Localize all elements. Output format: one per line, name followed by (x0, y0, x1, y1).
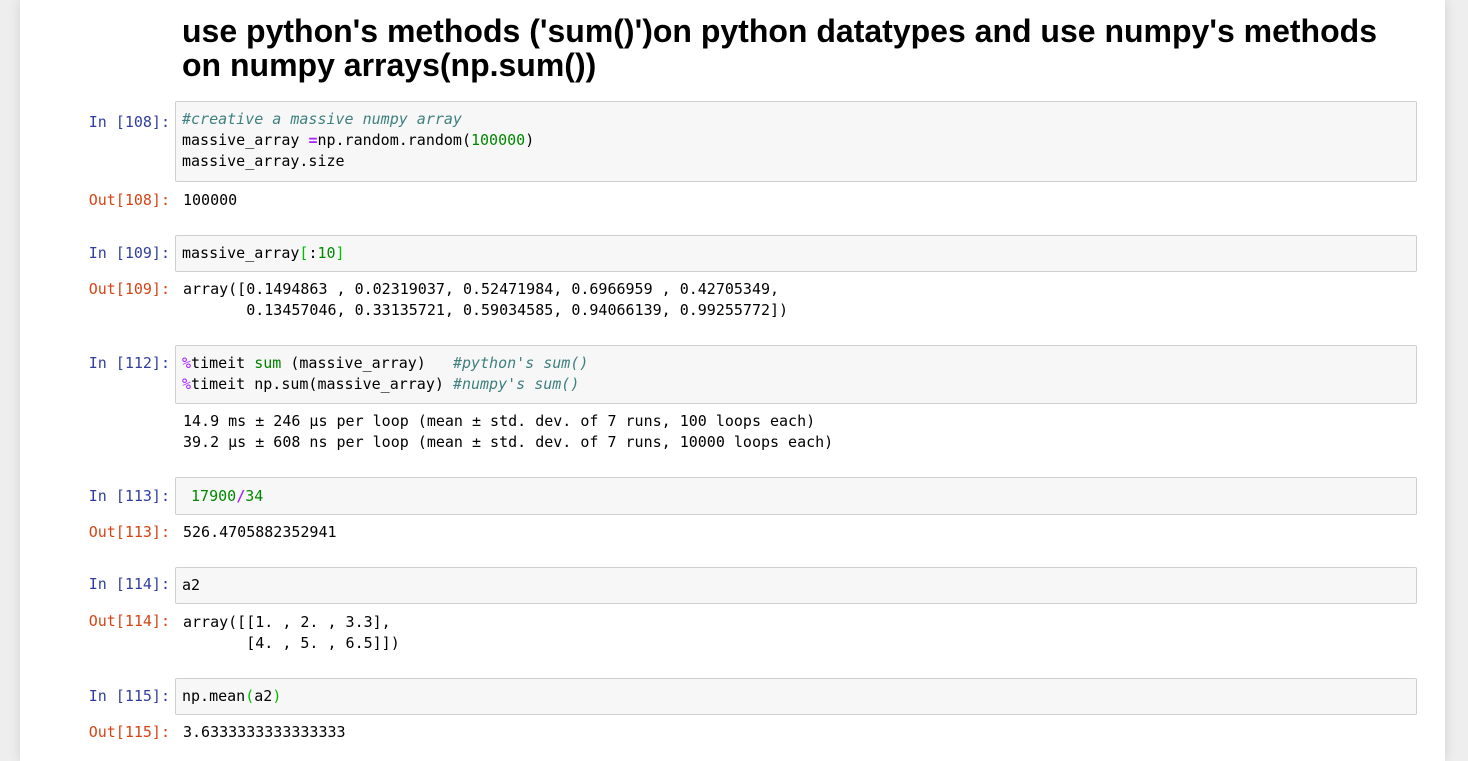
output-prompt: Out[114]: (88, 612, 170, 630)
code-number: 100000 (471, 131, 526, 149)
code-token: np.random.random( (317, 131, 471, 149)
code-operator: / (236, 487, 246, 505)
code-magic: % (182, 375, 192, 393)
code-token: massive_array (182, 244, 300, 262)
input-prompt: In [114]: (88, 575, 170, 593)
code-token: massive_array (182, 131, 309, 149)
cell-output: 14.9 ms ± 246 µs per loop (mean ± std. d… (183, 412, 834, 451)
cell-output: 526.4705882352941 (183, 523, 337, 541)
code-input[interactable]: a2 (175, 567, 1417, 604)
code-text[interactable]: 17900/34 (182, 486, 263, 507)
code-input[interactable]: %timeit sum (massive_array) #python's su… (175, 345, 1417, 404)
code-input[interactable]: #creative a massive numpy array massive_… (175, 101, 1417, 182)
code-input[interactable]: np.mean(a2) (175, 678, 1417, 715)
markdown-heading: use python's methods ('sum()')on python … (182, 13, 1377, 83)
code-input[interactable]: massive_array[:10] (175, 235, 1417, 272)
input-prompt: In [115]: (88, 687, 170, 705)
input-prompt: In [112]: (88, 354, 170, 372)
code-text[interactable]: #creative a massive numpy array massive_… (182, 109, 534, 172)
code-number: 10 (317, 244, 336, 262)
code-text[interactable]: np.mean(a2) (182, 686, 281, 707)
input-prompt: In [109]: (88, 244, 170, 262)
code-token: a2 (254, 687, 273, 705)
code-token: a2 (182, 576, 201, 594)
code-token: np.mean (182, 687, 246, 705)
code-token: timeit (191, 354, 255, 372)
input-prompt: In [108]: (88, 113, 170, 131)
code-text[interactable]: massive_array[:10] (182, 243, 345, 264)
code-token: massive_array.size (182, 152, 345, 170)
notebook-container: use python's methods ('sum()')on python … (20, 0, 1445, 761)
code-input[interactable]: 17900/34 (175, 477, 1417, 515)
code-bracket: ] (335, 244, 345, 262)
code-token: ) (525, 131, 535, 149)
cell-output: 100000 (183, 191, 238, 209)
code-bracket: ( (245, 687, 255, 705)
code-text[interactable]: %timeit sum (massive_array) #python's su… (182, 353, 588, 395)
code-token: timeit np.sum(massive_array) (191, 375, 453, 393)
code-comment: #creative a massive numpy array (182, 110, 462, 128)
output-prompt: Out[115]: (88, 723, 170, 741)
cell-output: 3.6333333333333333 (183, 723, 346, 741)
output-prompt: Out[113]: (88, 523, 170, 541)
cell-output: array([0.1494863 , 0.02319037, 0.5247198… (183, 280, 789, 319)
output-prompt: Out[108]: (88, 191, 170, 209)
cell-output: array([[1. , 2. , 3.3], [4. , 5. , 6.5]]… (183, 613, 400, 652)
code-text[interactable]: a2 (182, 575, 200, 596)
code-token: (massive_array) (281, 354, 453, 372)
input-prompt: In [113]: (88, 487, 170, 505)
code-comment: #numpy's sum() (452, 375, 580, 393)
code-number: 34 (245, 487, 264, 505)
code-magic: % (182, 354, 192, 372)
code-comment: #python's sum() (452, 354, 589, 372)
code-number: 17900 (191, 487, 237, 505)
code-builtin: sum (254, 354, 282, 372)
output-prompt: Out[109]: (88, 280, 170, 298)
code-bracket: ) (272, 687, 282, 705)
